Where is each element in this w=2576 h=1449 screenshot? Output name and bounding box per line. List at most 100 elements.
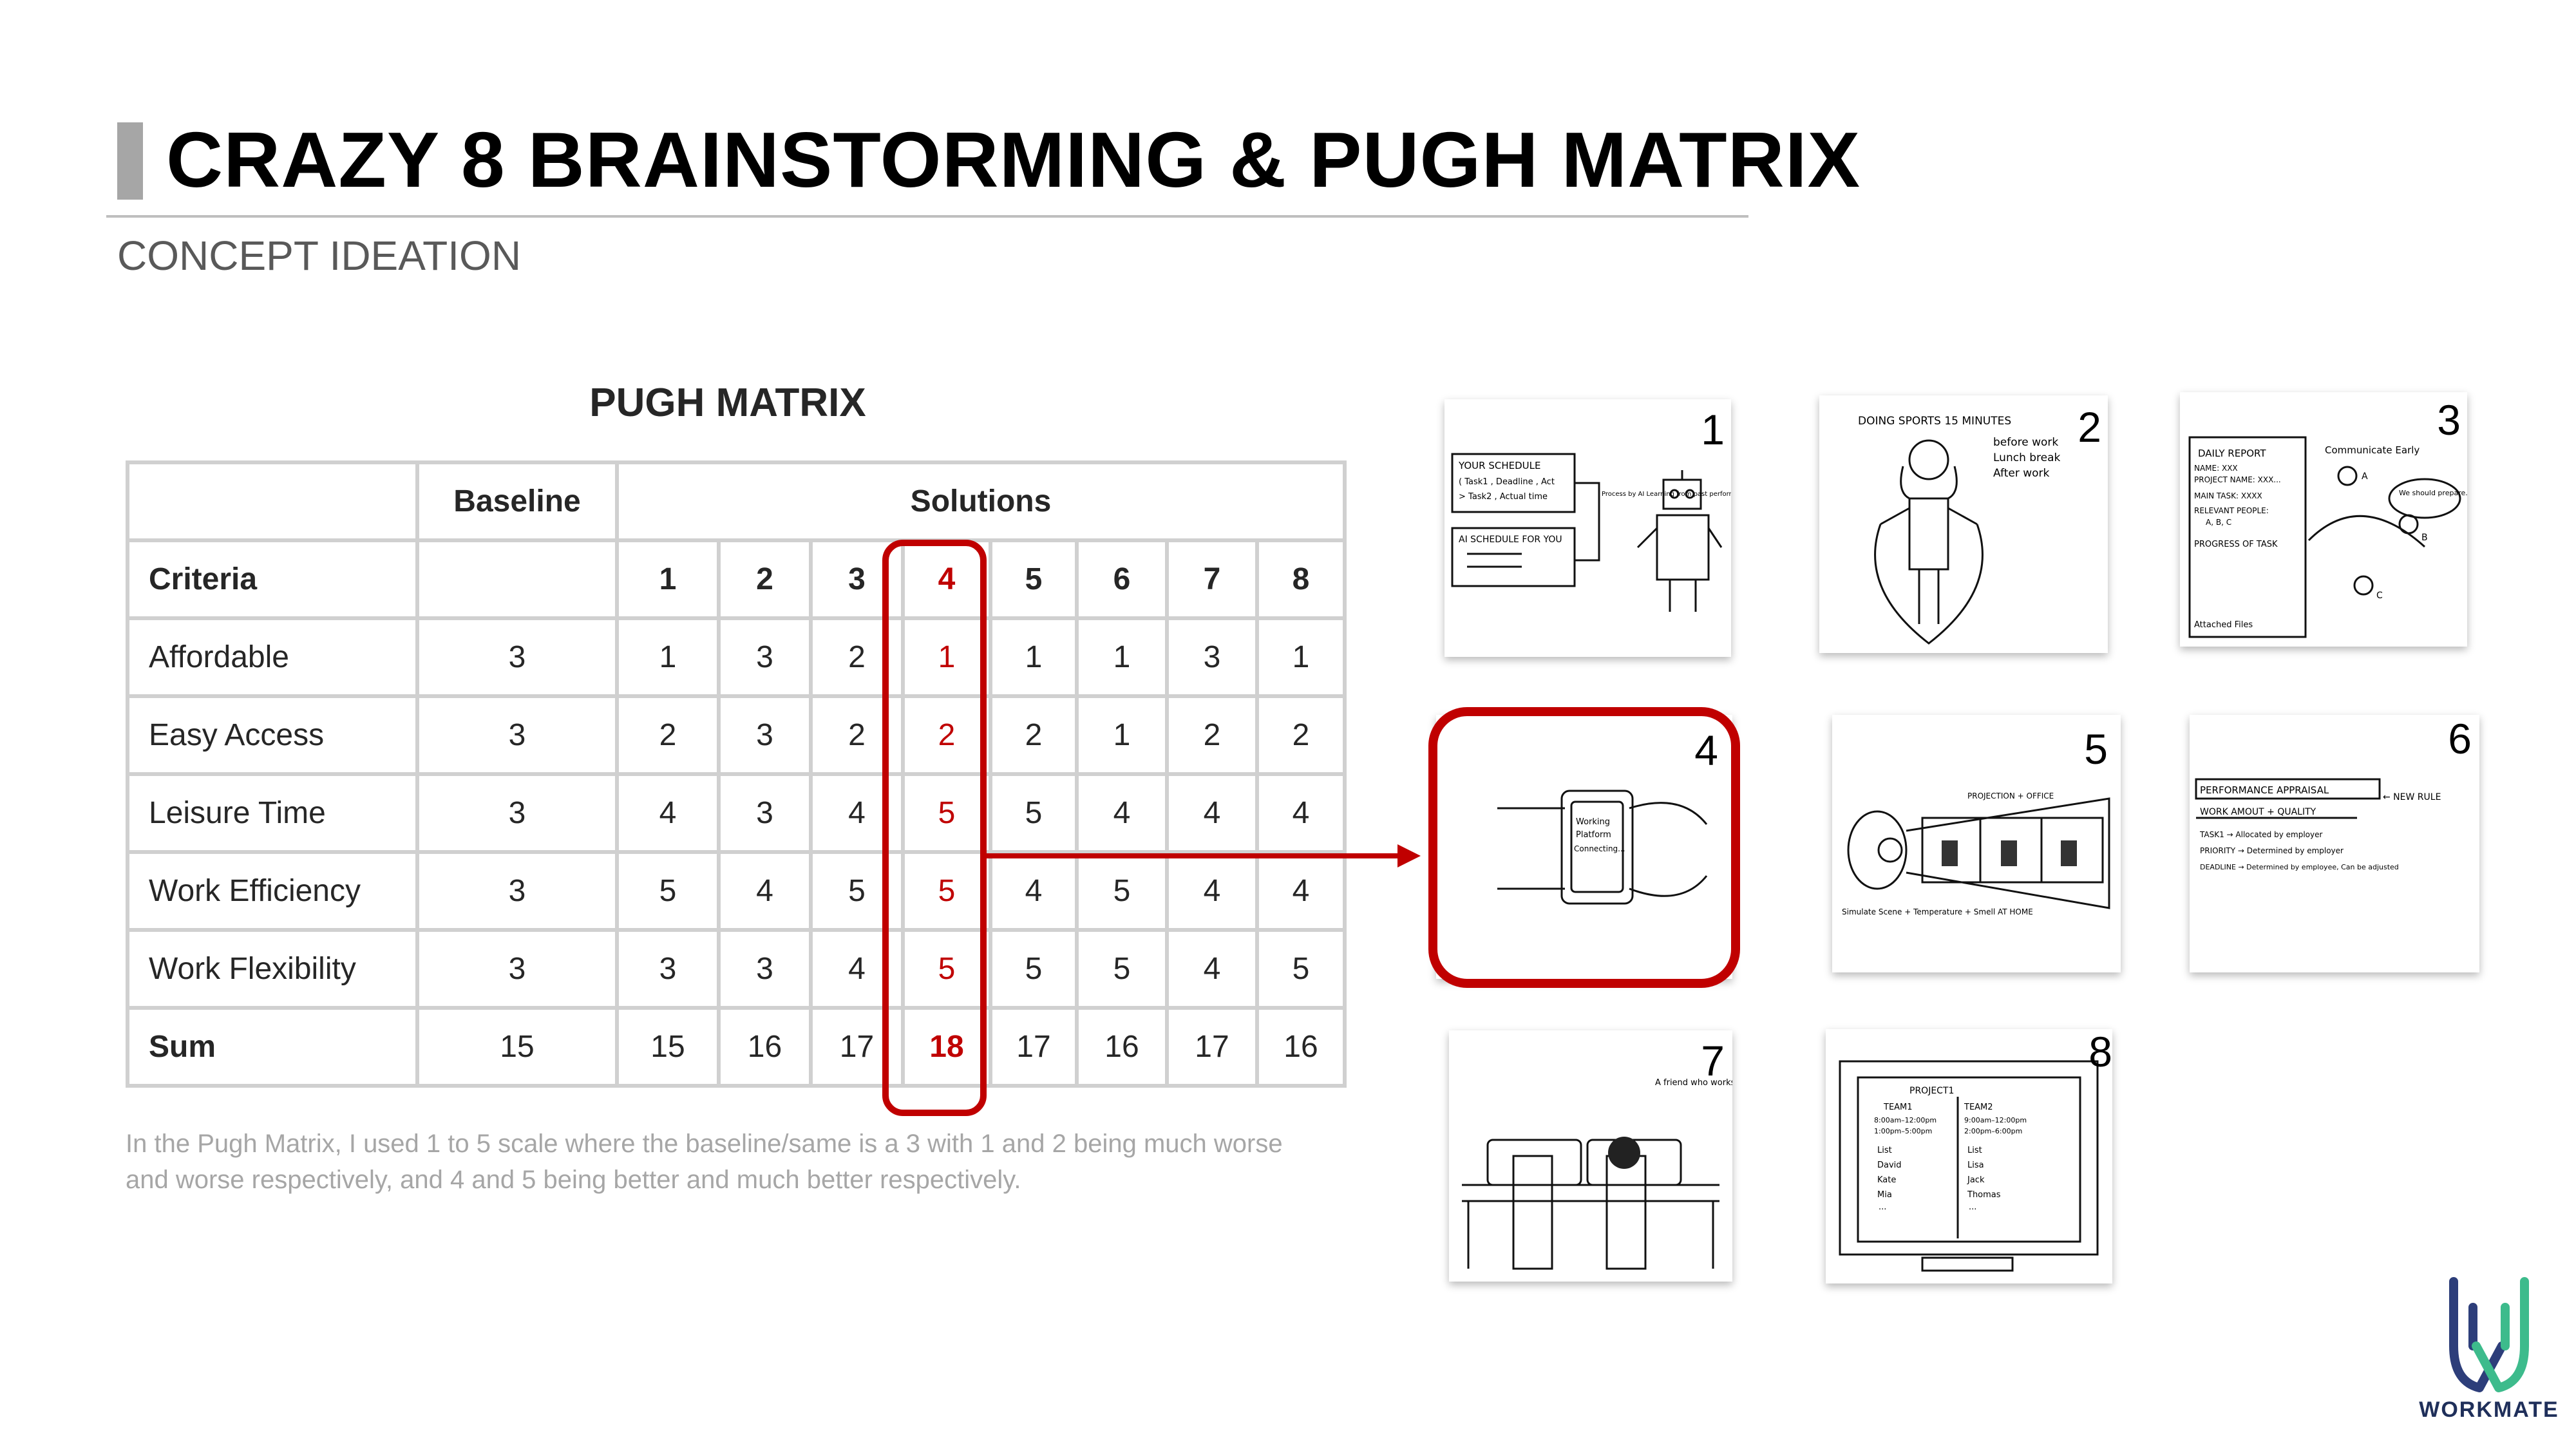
- sketch-text: RELEVANT PEOPLE:: [2194, 506, 2269, 515]
- page-title: CRAZY 8 BRAINSTORMING & PUGH MATRIX: [166, 116, 1861, 204]
- sketch-text: YOUR SCHEDULE: [1458, 460, 1540, 471]
- baseline-cell: 3: [415, 694, 619, 776]
- score-cell: 5: [1075, 850, 1169, 932]
- score-cell: 5: [615, 850, 721, 932]
- sketch-text: PROGRESS OF TASK: [2194, 540, 2278, 549]
- sum-cell: 17: [1165, 1006, 1259, 1088]
- score-cell: 5: [1255, 928, 1347, 1010]
- sketch-text: Simulate Scene + Temperature + Smell AT …: [1842, 907, 2033, 916]
- baseline-cell: 3: [415, 772, 619, 854]
- table-row: Work Flexibility 3 3 3 4 5 5 5 4 5: [126, 928, 1347, 1010]
- score-cell: 2: [1255, 694, 1347, 776]
- sketch-text: Communicate Early: [2325, 444, 2420, 456]
- score-cell: 5: [989, 772, 1079, 854]
- score-cell: 4: [1165, 772, 1259, 854]
- selection-arrow-line: [987, 853, 1399, 858]
- sketch-text: A: [2362, 471, 2368, 482]
- score-cell: 3: [717, 616, 813, 698]
- score-cell: 1: [615, 616, 721, 698]
- sum-cell: 16: [717, 1006, 813, 1088]
- score-cell: 3: [615, 928, 721, 1010]
- sketch-number: 6: [2448, 715, 2472, 762]
- sketch-text: DOING SPORTS 15 MINUTES: [1858, 415, 2011, 428]
- solutions-header: Solutions: [615, 460, 1347, 542]
- solution-number: 2: [717, 538, 813, 620]
- sketch-number: 7: [1701, 1037, 1725, 1084]
- table-row: Work Efficiency 3 5 4 5 5 4 5 4 4: [126, 850, 1347, 932]
- score-cell: 4: [1075, 772, 1169, 854]
- sketch-text: Mia: [1877, 1190, 1892, 1200]
- score-cell: 3: [1165, 616, 1259, 698]
- sketch-text: Lisa: [1967, 1160, 1984, 1170]
- sketch-text: DAILY REPORT: [2198, 448, 2266, 459]
- solution-number: 5: [989, 538, 1079, 620]
- sketch-text: Lunch break: [1993, 451, 2061, 464]
- sketch-text: TEAM1: [1883, 1103, 1913, 1112]
- table-row: Affordable 3 1 3 2 1 1 1 3 1: [126, 616, 1347, 698]
- sketch-text: 8:00am–12:00pm: [1874, 1116, 1937, 1124]
- sketch-8-project-monitor: PROJECT1 TEAM1 TEAM2 8:00am–12:00pm 1:00…: [1826, 1029, 2112, 1283]
- baseline-cell: 3: [415, 928, 619, 1010]
- sum-cell: 15: [615, 1006, 721, 1088]
- solution-number: 1: [615, 538, 721, 620]
- criteria-header: Criteria: [126, 538, 419, 620]
- sum-cell: 16: [1255, 1006, 1347, 1088]
- baseline-header: Baseline: [415, 460, 619, 542]
- sum-cell: 17: [989, 1006, 1079, 1088]
- page-subtitle: CONCEPT IDEATION: [117, 232, 522, 279]
- sketch-6-performance-appraisal: PERFORMANCE APPRAISAL ← NEW RULE WORK AM…: [2190, 715, 2479, 972]
- sketch-number: 5: [2084, 725, 2108, 773]
- sketch-text: Process by AI Learning from past perform…: [1602, 491, 1731, 498]
- sketch-text: TASK1 → Allocated by employer: [2199, 830, 2322, 839]
- sketch-text: ...: [1969, 1202, 1976, 1212]
- pugh-matrix-note: In the Pugh Matrix, I used 1 to 5 scale …: [126, 1130, 1283, 1194]
- sketch-text: 1:00pm–5:00pm: [1874, 1127, 1932, 1135]
- row-label: Work Flexibility: [126, 928, 419, 1010]
- score-cell: 4: [1255, 850, 1347, 932]
- score-cell: 5: [1075, 928, 1169, 1010]
- sketch-text: List: [1877, 1146, 1892, 1155]
- criteria-row: Criteria 1 2 3 4 5 6 7 8: [126, 538, 1347, 620]
- sketch-text: Thomas: [1967, 1190, 2001, 1200]
- workmate-logo-text: WORKMATE: [2419, 1397, 2559, 1422]
- sketch-text: List: [1967, 1146, 1982, 1155]
- solution-number: 6: [1075, 538, 1169, 620]
- sketch-text: ...: [1879, 1202, 1886, 1212]
- row-label: Leisure Time: [126, 772, 419, 854]
- sum-baseline: 15: [415, 1006, 619, 1088]
- sketch-text: ← NEW RULE: [2383, 792, 2441, 802]
- sketch-text: MAIN TASK: XXXX: [2194, 491, 2262, 500]
- sketch-3-drawing: DAILY REPORT NAME: XXX PROJECT NAME: XXX…: [2188, 436, 2467, 638]
- sketch-7-remote-friend: A friend who works remotely 7: [1449, 1030, 1732, 1282]
- score-cell: 2: [615, 694, 721, 776]
- sketch-text: David: [1877, 1160, 1902, 1170]
- sketch-8-drawing: PROJECT1 TEAM1 TEAM2 8:00am–12:00pm 1:00…: [1839, 1060, 2099, 1272]
- score-cell: 2: [989, 694, 1079, 776]
- sum-row: Sum 15 15 16 17 18 17 16 17 16: [126, 1006, 1347, 1088]
- sketch-text: AI SCHEDULE FOR YOU: [1459, 535, 1562, 545]
- score-cell: 4: [717, 850, 813, 932]
- sketch-number: 1: [1701, 406, 1725, 453]
- pugh-matrix-table: Baseline Solutions Criteria 1 2 3 4 5 6 …: [126, 460, 1347, 1088]
- score-cell: 1: [1075, 616, 1169, 698]
- sum-cell: 16: [1075, 1006, 1169, 1088]
- score-cell: 3: [717, 772, 813, 854]
- sketch-text: PROJECTION + OFFICE: [1967, 791, 2054, 800]
- sketch-text: before work: [1993, 436, 2058, 449]
- workmate-logo-icon: [2449, 1277, 2529, 1392]
- sketch-text: We should prepare...: [2399, 489, 2467, 497]
- sketch-text: 2:00pm–6:00pm: [1964, 1127, 2022, 1135]
- sketch-text: After work: [1993, 467, 2050, 480]
- sketch-text: ( Task1 , Deadline , Act: [1459, 477, 1555, 487]
- row-label: Easy Access: [126, 694, 419, 776]
- pugh-matrix-title: PUGH MATRIX: [589, 381, 866, 425]
- score-cell: 4: [989, 850, 1079, 932]
- score-cell: 1: [989, 616, 1079, 698]
- score-cell: 3: [717, 694, 813, 776]
- score-cell: 4: [1165, 928, 1259, 1010]
- sketch-text: Kate: [1877, 1175, 1896, 1185]
- sketch-text: DEADLINE → Determined by employee, Can b…: [2200, 863, 2399, 871]
- sketch-text: 9:00am–12:00pm: [1964, 1116, 2027, 1124]
- title-divider: [106, 215, 1748, 218]
- sketch-text: PERFORMANCE APPRAISAL: [2200, 784, 2329, 796]
